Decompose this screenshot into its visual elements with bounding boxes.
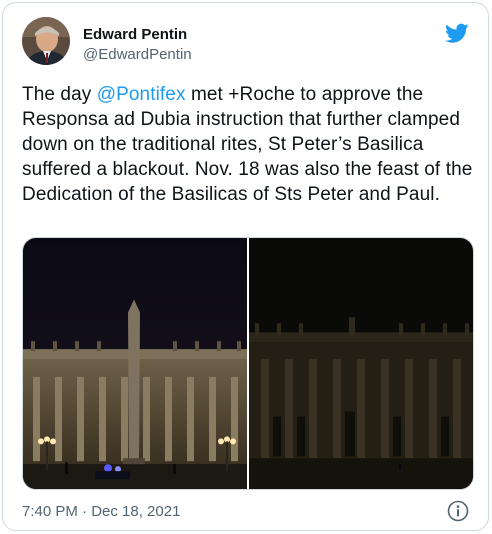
media-grid xyxy=(22,237,474,490)
tweet-text: The day @Pontifex met +Roche to approve … xyxy=(22,82,480,207)
tweet-card: Edward Pentin @EdwardPentin The day @Pon… xyxy=(2,2,489,531)
tweet-text-start: The day xyxy=(22,84,97,105)
author-name[interactable]: Edward Pentin xyxy=(83,26,187,43)
info-icon[interactable] xyxy=(447,500,469,522)
author-handle[interactable]: @EdwardPentin xyxy=(83,46,192,63)
avatar[interactable] xyxy=(22,17,70,65)
mention-link[interactable]: @Pontifex xyxy=(97,84,186,105)
photo-basilica-lit[interactable] xyxy=(23,238,247,489)
twitter-bird-icon[interactable] xyxy=(445,21,469,45)
photo-basilica-dark[interactable] xyxy=(249,238,473,489)
timestamp[interactable]: 7:40 PM · Dec 18, 2021 xyxy=(22,503,180,520)
